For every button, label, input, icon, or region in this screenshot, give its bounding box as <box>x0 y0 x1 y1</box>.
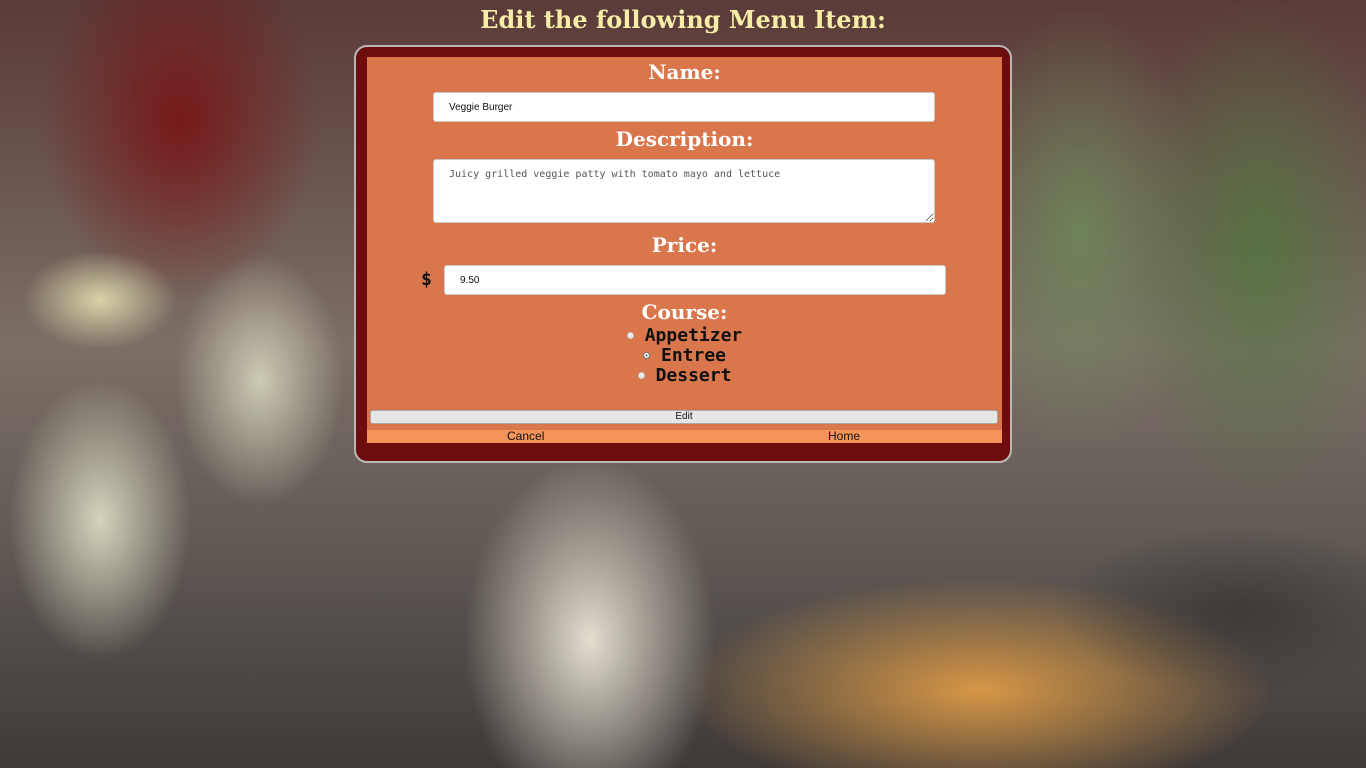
name-label: Name: <box>648 60 721 84</box>
currency-symbol: $ <box>421 269 432 290</box>
dessert-label: Dessert <box>655 364 732 386</box>
name-input[interactable] <box>433 92 935 122</box>
course-label: Course: <box>641 300 728 324</box>
price-label: Price: <box>651 233 718 257</box>
cancel-link[interactable]: Cancel <box>507 430 544 443</box>
home-link[interactable]: Home <box>828 430 860 443</box>
entree-radio[interactable] <box>642 351 650 359</box>
price-input[interactable] <box>444 265 946 295</box>
entree-label: Entree <box>660 344 727 366</box>
description-label: Description: <box>615 127 754 151</box>
description-textarea[interactable]: Juicy grilled veggie patty with tomato m… <box>433 159 935 223</box>
page-title: Edit the following Menu Item: <box>480 5 886 34</box>
dessert-radio[interactable] <box>637 371 645 379</box>
course-option-appetizer[interactable]: Appetizer <box>367 324 1002 346</box>
appetizer-radio[interactable] <box>626 331 634 339</box>
edit-menu-item-form: Name: Description: Juicy grilled veggie … <box>367 57 1002 443</box>
appetizer-label: Appetizer <box>644 324 743 346</box>
course-option-dessert[interactable]: Dessert <box>367 364 1002 386</box>
edit-form-panel: Name: Description: Juicy grilled veggie … <box>354 45 1012 463</box>
bottom-nav: Cancel Home <box>367 430 1002 443</box>
course-option-entree[interactable]: Entree <box>367 344 1002 366</box>
edit-button[interactable]: Edit <box>370 410 998 424</box>
